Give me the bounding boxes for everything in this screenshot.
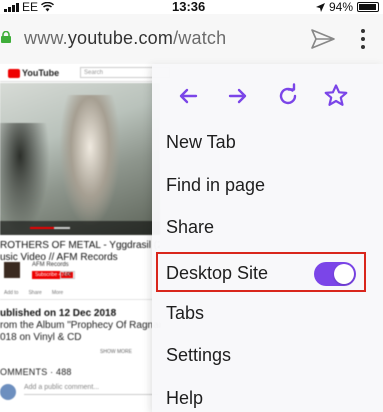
carrier-label: EE — [22, 0, 39, 14]
youtube-play-icon — [8, 68, 20, 78]
sub-count: 14K — [60, 271, 75, 279]
signal-icon — [4, 2, 19, 12]
youtube-logo[interactable]: YouTube — [8, 68, 59, 78]
menu-item-desktop-site[interactable]: Desktop Site — [156, 252, 366, 292]
more-page-button[interactable]: More — [52, 290, 63, 299]
menu-item-settings[interactable]: Settings — [166, 341, 231, 369]
location-arrow-icon — [315, 2, 325, 12]
url-prefix: www. — [24, 28, 68, 48]
menu-item-tabs[interactable]: Tabs — [166, 299, 204, 327]
wifi-icon — [41, 2, 55, 12]
add-to-button[interactable]: Add to — [4, 290, 18, 299]
url-bar: www.youtube.com/watch — [0, 14, 383, 64]
video-figure-shape — [60, 95, 120, 225]
video-controls[interactable] — [0, 221, 160, 235]
toggle-knob — [334, 264, 354, 284]
menu-toolbar — [152, 78, 383, 114]
channel-row: AFM Records Subscribe 474K 14K — [4, 262, 164, 286]
status-right: 94% — [315, 0, 379, 14]
desc-line1: rom the Album "Prophecy Of Ragnarök" — [0, 320, 177, 331]
browser-menu: New Tab Find in page Share Desktop Site … — [152, 64, 383, 412]
menu-item-help[interactable]: Help — [166, 384, 203, 412]
more-vertical-icon[interactable] — [360, 29, 366, 49]
url-domain: youtube.com — [67, 28, 174, 48]
desc-line2: 018 on Vinyl & CD — [0, 332, 82, 343]
send-icon[interactable] — [310, 28, 336, 50]
desktop-site-toggle[interactable] — [314, 262, 356, 286]
menu-item-share[interactable]: Share — [166, 213, 214, 241]
url-path: /watch — [173, 28, 227, 48]
comment-input[interactable]: Add a public comment... — [24, 384, 159, 395]
user-avatar — [0, 384, 16, 400]
video-tree-shape — [0, 123, 50, 233]
reload-icon[interactable] — [274, 82, 302, 110]
desktop-site-label: Desktop Site — [166, 263, 269, 283]
menu-item-new-tab[interactable]: New Tab — [166, 128, 236, 156]
channel-avatar[interactable] — [4, 262, 20, 278]
comments-count: OMMENTS · 488 — [0, 367, 72, 377]
forward-arrow-icon[interactable] — [224, 82, 252, 110]
bookmark-star-icon[interactable] — [322, 82, 350, 110]
share-page-button[interactable]: Share — [28, 290, 41, 299]
video-title: ROTHERS OF METAL - Yggdrasil (2018) // O… — [0, 240, 202, 264]
status-bar: EE 13:36 94% — [0, 0, 383, 14]
video-player[interactable] — [0, 83, 160, 235]
url-text[interactable]: www.youtube.com/watch — [24, 28, 226, 49]
battery-icon — [357, 2, 379, 12]
status-left: EE — [4, 0, 55, 14]
video-actions: Add to Share More — [0, 290, 160, 300]
lock-icon — [1, 31, 11, 43]
channel-name[interactable]: AFM Records — [32, 262, 69, 268]
video-progress-bar[interactable] — [30, 227, 70, 229]
battery-percent: 94% — [328, 0, 353, 14]
video-title-line1: ROTHERS OF METAL - Yggdrasil (2018) // O — [0, 240, 202, 251]
youtube-logo-text: YouTube — [22, 68, 60, 78]
show-more-button[interactable]: SHOW MORE — [100, 349, 132, 355]
status-time: 13:36 — [172, 0, 206, 14]
back-arrow-icon[interactable] — [174, 82, 202, 110]
menu-item-find-in-page[interactable]: Find in page — [166, 171, 265, 199]
video-description: rom the Album "Prophecy Of Ragnarök" 018… — [0, 320, 176, 344]
published-date: ublished on 12 Dec 2018 — [0, 308, 117, 319]
